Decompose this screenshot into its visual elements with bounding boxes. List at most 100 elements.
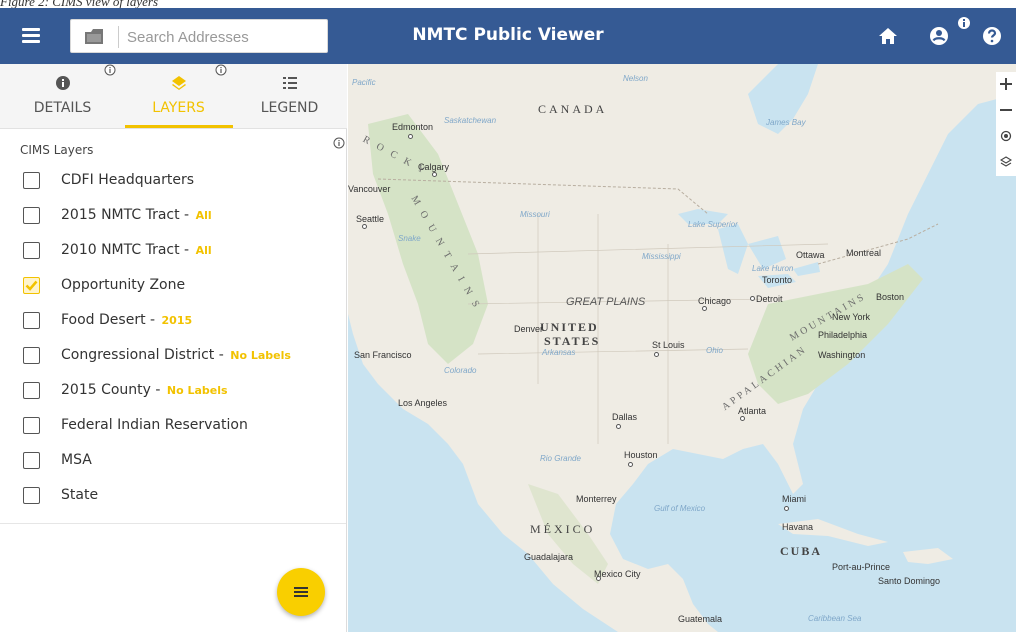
layer-option[interactable]: No Labels (230, 349, 291, 362)
tab-legend[interactable]: LEGEND (237, 64, 342, 128)
map-label-mexico: MÉXICO (530, 522, 596, 536)
layer-checkbox[interactable] (23, 172, 40, 189)
layer-item[interactable]: Congressional District - No Labels (0, 339, 346, 373)
layers-info-icon[interactable] (215, 64, 227, 76)
map-label-states: STATES (544, 334, 601, 348)
map-label-toronto: Toronto (762, 275, 793, 285)
layer-option[interactable]: 2015 (162, 314, 193, 327)
menu-lines-icon (294, 587, 308, 597)
layer-item[interactable]: 2015 NMTC Tract - All (0, 199, 346, 233)
city-marker (702, 306, 707, 311)
map-label-guadalajara: Guadalajara (524, 552, 574, 562)
plus-icon (1000, 78, 1012, 90)
map-label-cuba: CUBA (780, 544, 823, 558)
map-label-pacific: Pacific (352, 78, 376, 87)
map-label-vancouver: Vancouver (348, 184, 391, 194)
help-icon[interactable] (981, 25, 1003, 47)
section-info-icon[interactable] (333, 137, 345, 149)
zoom-out-button[interactable] (996, 98, 1016, 124)
map-label-nelson: Nelson (623, 74, 648, 83)
map-label-houston: Houston (624, 450, 658, 460)
locate-button[interactable] (996, 124, 1016, 150)
basemap-toggle-button[interactable] (996, 150, 1016, 176)
map-label-gulf-of-mexico: Gulf of Mexico (654, 504, 706, 513)
info-icon[interactable] (957, 16, 971, 30)
search-box[interactable] (70, 19, 328, 53)
layer-item[interactable]: Federal Indian Reservation (0, 409, 346, 443)
map-label-great-plains: GREAT PLAINS (566, 296, 646, 308)
city-marker (784, 506, 789, 511)
map-label-canada: CANADA (538, 102, 608, 116)
layer-item[interactable]: State (0, 479, 346, 513)
layer-label: 2015 County - No Labels (61, 382, 228, 398)
side-panel: DETAILS LAYERS LEGEND CIMS Layers CDFI H… (0, 64, 347, 632)
city-marker (432, 172, 437, 177)
map-label-dallas: Dallas (612, 412, 638, 422)
fab-menu-button[interactable] (277, 568, 325, 616)
map-label-st-louis: St Louis (652, 340, 685, 350)
layer-checkbox[interactable] (23, 487, 40, 504)
layers-icon (1000, 156, 1012, 167)
city-marker (654, 352, 659, 357)
map-label-colorado: Colorado (444, 366, 477, 375)
check-icon (25, 280, 38, 291)
account-icon[interactable] (928, 25, 950, 47)
app-header: NMTC Public Viewer (0, 8, 1016, 64)
tab-layers[interactable]: LAYERS (126, 64, 231, 128)
map-label-miami: Miami (782, 494, 806, 504)
layer-item[interactable]: Opportunity Zone (0, 269, 346, 303)
layer-option[interactable]: No Labels (167, 384, 228, 397)
layer-checkbox-checked[interactable] (23, 277, 40, 294)
figure-caption: Figure 2: CIMS view of layers (0, 0, 159, 9)
map-label-ohio: Ohio (706, 346, 723, 355)
map-label-boston: Boston (876, 292, 905, 302)
map-label-san-francisco: San Francisco (354, 350, 412, 360)
list-divider (0, 523, 346, 524)
info-circle-icon (56, 76, 70, 90)
search-input[interactable] (127, 26, 317, 48)
layers-icon (172, 76, 186, 90)
layer-checkbox[interactable] (23, 382, 40, 399)
layer-option[interactable]: All (196, 209, 212, 222)
city-marker (628, 462, 633, 467)
layer-item[interactable]: MSA (0, 444, 346, 478)
map-label-rio-grande: Rio Grande (540, 454, 581, 463)
layer-option[interactable]: All (196, 244, 212, 257)
map-label-arkansas: Arkansas (542, 348, 576, 357)
layer-item[interactable]: Food Desert - 2015 (0, 304, 346, 338)
city-marker (596, 576, 601, 581)
layer-label: Food Desert - 2015 (61, 312, 193, 328)
map-label-monterrey: Monterrey (576, 494, 617, 504)
layer-checkbox[interactable] (23, 207, 40, 224)
tab-layers-label: LAYERS (152, 100, 205, 116)
menu-button[interactable] (18, 25, 44, 47)
city-marker (362, 224, 367, 229)
zoom-in-button[interactable] (996, 72, 1016, 98)
map-label-chicago: Chicago (698, 296, 732, 306)
section-title: CIMS Layers (20, 143, 94, 157)
layer-item[interactable]: 2015 County - No Labels (0, 374, 346, 408)
layer-checkbox[interactable] (23, 452, 40, 469)
layer-checkbox[interactable] (23, 417, 40, 434)
legend-list-icon (283, 77, 297, 89)
map-label-lake-superior: Lake Superior (688, 220, 738, 229)
map-label-mississippi: Mississippi (642, 252, 681, 261)
tabs-divider (0, 128, 347, 129)
map-label-seattle: Seattle (356, 214, 385, 224)
city-marker (408, 134, 413, 139)
layer-label: 2010 NMTC Tract - All (61, 242, 212, 258)
map-label-lake-huron: Lake Huron (752, 264, 794, 273)
layer-checkbox[interactable] (23, 242, 40, 259)
map-label-edmonton: Edmonton (392, 122, 434, 132)
folder-icon[interactable] (85, 29, 103, 44)
tab-details[interactable]: DETAILS (10, 64, 116, 128)
home-icon[interactable] (877, 25, 899, 47)
layer-item[interactable]: 2010 NMTC Tract - All (0, 234, 346, 268)
layer-item[interactable]: CDFI Headquarters (0, 164, 346, 198)
layer-checkbox[interactable] (23, 347, 40, 364)
map-view[interactable]: Pacific CANADA Nelson Edmonton Saskatche… (348, 64, 1016, 632)
map-label-ottawa: Ottawa (796, 250, 825, 260)
layer-label: Federal Indian Reservation (61, 417, 248, 433)
details-info-icon[interactable] (104, 64, 116, 76)
layer-checkbox[interactable] (23, 312, 40, 329)
